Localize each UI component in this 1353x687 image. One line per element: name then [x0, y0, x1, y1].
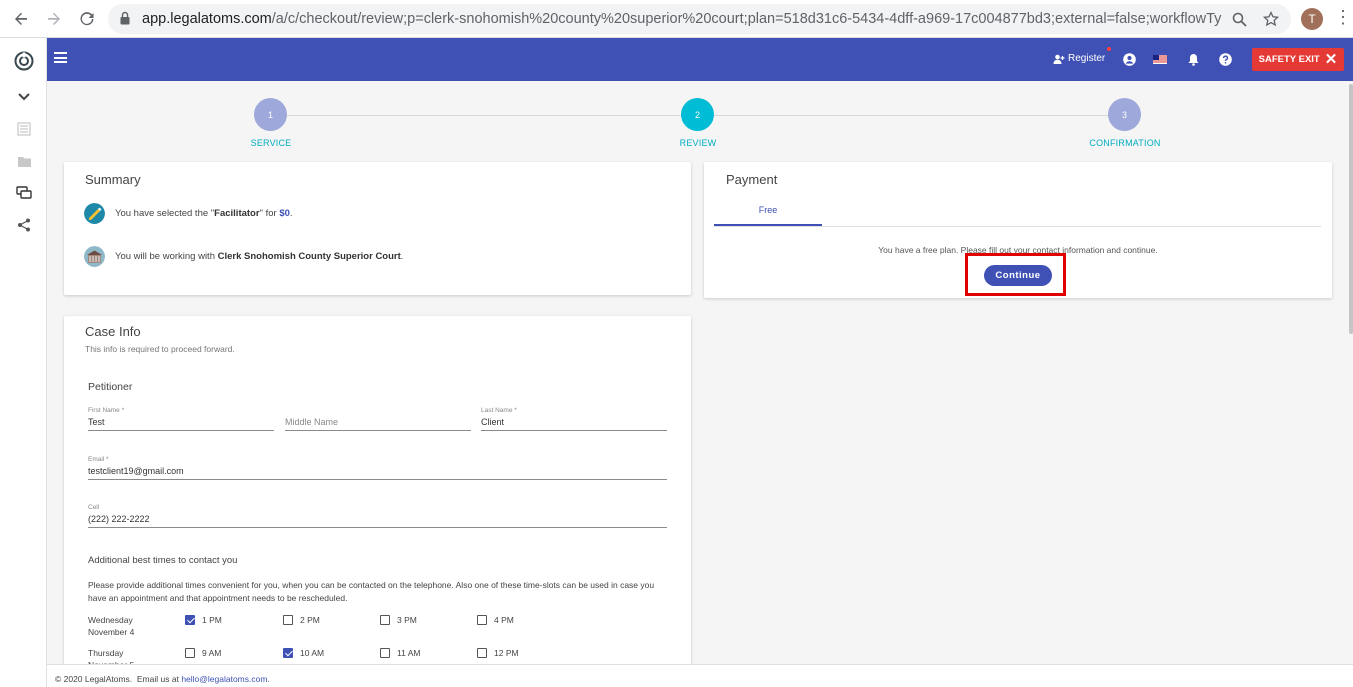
last-name-label: Last Name *: [481, 407, 517, 414]
contact-times-note: Please provide additional times convenie…: [88, 580, 655, 603]
page-footer: © 2020 LegalAtoms. Email us at hello@leg…: [47, 664, 1353, 687]
cell-field[interactable]: Cell (222) 222-2222: [88, 504, 667, 528]
case-info-card: Case Info This info is required to proce…: [64, 316, 691, 676]
first-name-value: Test: [88, 417, 105, 427]
middle-name-placeholder: Middle Name: [285, 417, 339, 427]
last-name-value: Client: [481, 417, 505, 427]
contact-times-heading: Additional best times to contact you: [88, 555, 238, 566]
list-icon[interactable]: [13, 118, 35, 140]
browser-toolbar: app.legalatoms.com/a/c/checkout/review;p…: [0, 0, 1353, 38]
last-name-field[interactable]: Last Name * Client: [481, 407, 667, 431]
hamburger-menu-icon[interactable]: [54, 52, 67, 63]
zoom-icon[interactable]: [1228, 8, 1250, 30]
timeslot-checkbox[interactable]: 9 AM: [185, 648, 221, 658]
court-summary-row: You will be working with Clerk Snohomish…: [84, 246, 403, 267]
contact-email-link[interactable]: hello@legalatoms.com: [181, 674, 267, 684]
legalatoms-logo-icon[interactable]: [13, 50, 35, 72]
add-user-icon: [1053, 54, 1065, 64]
forward-icon[interactable]: [42, 7, 66, 31]
step-1-label[interactable]: SERVICE: [211, 138, 331, 148]
email-value: testclient19@gmail.com: [88, 466, 184, 476]
summary-title: Summary: [85, 172, 141, 187]
copyright-text: © 2020 LegalAtoms.: [55, 674, 133, 684]
lock-icon: [120, 11, 130, 25]
account-icon[interactable]: [1121, 51, 1137, 67]
back-icon[interactable]: [9, 7, 33, 31]
step-connector: [287, 115, 681, 116]
chat-icon[interactable]: [13, 182, 35, 204]
step-2-label[interactable]: REVIEW: [638, 138, 758, 148]
tab-divider: [714, 226, 1321, 227]
step-1-circle[interactable]: 1: [254, 98, 287, 131]
bookmark-star-icon[interactable]: [1260, 8, 1282, 30]
scrollbar-thumb[interactable]: [1349, 84, 1353, 334]
cell-label: Cell: [88, 504, 100, 511]
tab-free[interactable]: Free: [714, 202, 822, 226]
cell-value: (222) 222-2222: [88, 514, 150, 524]
facilitator-icon: [84, 203, 105, 224]
payment-card: Payment Free You have a free plan. Pleas…: [704, 162, 1332, 298]
timeslot-checkbox[interactable]: 1 PM: [185, 615, 222, 625]
petitioner-heading: Petitioner: [88, 381, 133, 393]
app-header: Register SAFETY EXIT ✕: [47, 38, 1353, 81]
share-icon[interactable]: [13, 214, 35, 236]
case-info-subtitle: This info is required to proceed forward…: [85, 344, 235, 354]
timeslot-checkbox[interactable]: 2 PM: [283, 615, 320, 625]
step-3-label[interactable]: CONFIRMATION: [1065, 138, 1185, 148]
first-name-label: First Name *: [88, 407, 125, 414]
day-label: Wednesday November 4: [88, 615, 135, 637]
address-bar[interactable]: app.legalatoms.com/a/c/checkout/review;p…: [108, 4, 1291, 34]
help-icon[interactable]: [1217, 51, 1233, 67]
register-link[interactable]: Register: [1053, 47, 1112, 64]
left-rail: [0, 38, 47, 687]
step-2-circle[interactable]: 2: [681, 98, 714, 131]
payment-title: Payment: [726, 172, 778, 187]
middle-name-field[interactable]: Middle Name: [285, 407, 471, 431]
url-text: app.legalatoms.com/a/c/checkout/review;p…: [142, 11, 1222, 27]
summary-card: Summary You have selected the "Facilitat…: [64, 162, 691, 295]
email-label: Email *: [88, 456, 109, 463]
browser-menu-icon[interactable]: ⋮: [1334, 7, 1352, 28]
step-3-circle[interactable]: 3: [1108, 98, 1141, 131]
chevron-down-icon[interactable]: [13, 86, 35, 108]
email-prefix: Email us at: [136, 674, 179, 684]
us-flag-icon[interactable]: [1152, 51, 1168, 67]
step-connector: [714, 115, 1108, 116]
timeslot-checkbox[interactable]: 4 PM: [477, 615, 514, 625]
bell-icon[interactable]: [1185, 51, 1201, 67]
timeslot-checkbox[interactable]: 10 AM: [283, 648, 324, 658]
notification-dot: [1107, 47, 1112, 51]
email-field[interactable]: Email * testclient19@gmail.com: [88, 456, 667, 480]
register-label: Register: [1068, 53, 1106, 64]
first-name-field[interactable]: First Name * Test: [88, 407, 274, 431]
reload-icon[interactable]: [75, 7, 99, 31]
case-info-title: Case Info: [85, 324, 141, 339]
plan-summary-row: You have selected the "Facilitator" for …: [84, 203, 293, 224]
timeslot-checkbox[interactable]: 11 AM: [380, 648, 420, 658]
close-icon: ✕: [1324, 51, 1338, 68]
profile-avatar[interactable]: T: [1301, 8, 1323, 30]
timeslot-checkbox[interactable]: 3 PM: [380, 615, 417, 625]
timeslot-checkbox[interactable]: 12 PM: [477, 648, 519, 658]
continue-button[interactable]: Continue: [984, 265, 1052, 286]
courthouse-icon: [84, 246, 105, 267]
folder-icon[interactable]: [13, 150, 35, 172]
safety-exit-button[interactable]: SAFETY EXIT ✕: [1252, 48, 1344, 71]
safety-exit-label: SAFETY EXIT: [1258, 54, 1320, 65]
